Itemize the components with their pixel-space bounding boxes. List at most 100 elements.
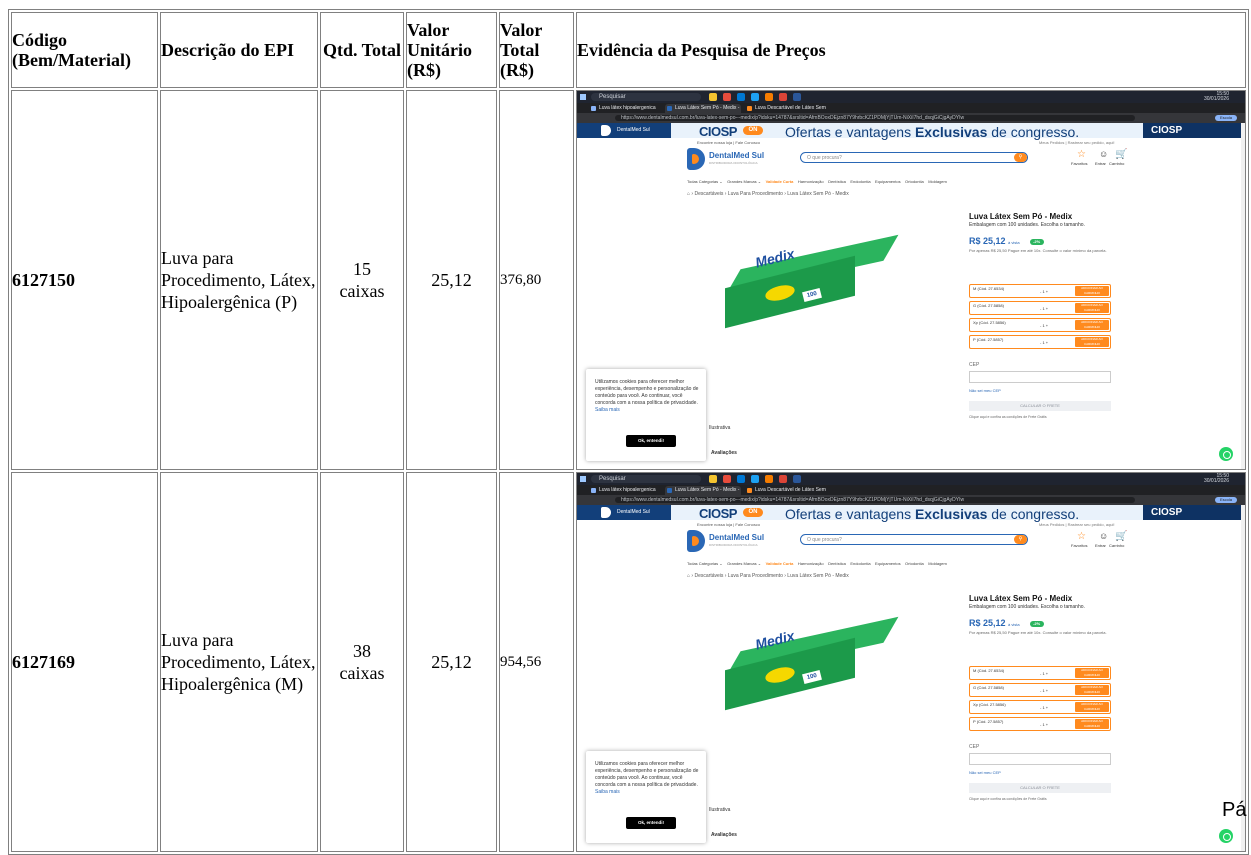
cookie-accept-button[interactable]: Ok, entendi!: [626, 435, 676, 447]
product-image[interactable]: Medix 100: [725, 234, 899, 329]
word-icon[interactable]: [793, 93, 801, 101]
app-icon[interactable]: [723, 475, 731, 483]
nav-item[interactable]: Grandes Marcas: [727, 179, 757, 184]
shipping-conditions[interactable]: Clique aqui e confira as condições de Fr…: [969, 415, 1047, 419]
cart-icon[interactable]: 🛒: [1115, 149, 1127, 160]
whatsapp-icon[interactable]: [1219, 447, 1233, 461]
site-search-input[interactable]: O que procura?: [800, 152, 1028, 163]
page-scrollbar[interactable]: [1241, 123, 1245, 469]
cep-help-link[interactable]: Não sei meu CEP: [969, 770, 1001, 775]
add-to-cart-button[interactable]: ADICIONAR AO CARRINHO: [1075, 303, 1109, 313]
cart-link[interactable]: Carrinho: [1109, 161, 1124, 166]
profile-button[interactable]: Escola: [1215, 497, 1237, 503]
nav-item[interactable]: Dentística: [828, 561, 846, 566]
nav-item[interactable]: Ortodontia: [905, 179, 924, 184]
nav-item[interactable]: Dentística: [828, 179, 846, 184]
cookie-more-link[interactable]: Saiba mais: [595, 789, 620, 795]
home-icon[interactable]: ⌂: [687, 573, 690, 579]
word-icon[interactable]: [793, 475, 801, 483]
browser-tab-active[interactable]: Luva Látex Sem Pó - Medix - D: [665, 104, 741, 120]
login-link[interactable]: Entrar: [1095, 161, 1106, 166]
nav-item[interactable]: Equipamentos: [875, 179, 901, 184]
nav-item[interactable]: Harmonização: [798, 179, 824, 184]
reviews-tab[interactable]: Avaliações: [711, 450, 737, 456]
quantity-stepper[interactable]: - 1 +: [1040, 323, 1048, 328]
nav-item[interactable]: Equipamentos: [875, 561, 901, 566]
user-icon[interactable]: ☺: [1099, 149, 1108, 159]
folder-icon[interactable]: [709, 93, 717, 101]
quantity-stepper[interactable]: - 1 +: [1040, 671, 1048, 676]
star-icon[interactable]: ☆: [1077, 531, 1086, 542]
product-image[interactable]: Medix 100: [725, 616, 899, 711]
cookie-accept-button[interactable]: Ok, entendi!: [626, 817, 676, 829]
quantity-stepper[interactable]: - 1 +: [1040, 688, 1048, 693]
store-icon[interactable]: [737, 475, 745, 483]
taskbar-search[interactable]: Pesquisar: [591, 93, 701, 101]
store-locator[interactable]: Encontre nossa loja | Fale Conosco: [697, 522, 760, 527]
browser-tab[interactable]: Luva Descartável de Látex Sem: [745, 104, 831, 113]
store-logo[interactable]: DentalMed Sul DISTRIBUIDORA ODONTOLÓGICA: [687, 148, 764, 170]
nav-item[interactable]: Moldagem: [928, 179, 947, 184]
edge-icon[interactable]: [751, 475, 759, 483]
firefox-icon[interactable]: [765, 93, 773, 101]
quantity-stepper[interactable]: - 1 +: [1040, 306, 1048, 311]
add-to-cart-button[interactable]: ADICIONAR AO CARRINHO: [1075, 702, 1109, 712]
firefox-icon[interactable]: [765, 475, 773, 483]
favorites-link[interactable]: Favoritos: [1071, 543, 1087, 548]
account-links[interactable]: Meus Pedidos | Rastrear seu pedido, aqui…: [1039, 140, 1115, 145]
home-icon[interactable]: ⌂: [687, 191, 690, 197]
chrome-icon[interactable]: [779, 475, 787, 483]
calculate-shipping-button[interactable]: CALCULAR O FRETE: [969, 783, 1111, 793]
store-logo[interactable]: DentalMed Sul DISTRIBUIDORA ODONTOLÓGICA: [687, 530, 764, 552]
nav-item[interactable]: Grandes Marcas: [727, 561, 757, 566]
add-to-cart-button[interactable]: ADICIONAR AO CARRINHO: [1075, 337, 1109, 347]
cart-icon[interactable]: 🛒: [1115, 531, 1127, 542]
whatsapp-icon[interactable]: [1219, 829, 1233, 843]
search-icon[interactable]: ⚲: [1014, 535, 1027, 544]
profile-button[interactable]: Escola: [1215, 115, 1237, 121]
add-to-cart-button[interactable]: ADICIONAR AO CARRINHO: [1075, 668, 1109, 678]
nav-item[interactable]: Moldagem: [928, 561, 947, 566]
cep-input[interactable]: [969, 753, 1111, 765]
address-bar[interactable]: https://www.dentalmedsul.com.br/luva-lat…: [615, 115, 1135, 121]
store-icon[interactable]: [737, 93, 745, 101]
quantity-stepper[interactable]: - 1 +: [1040, 705, 1048, 710]
site-search-input[interactable]: O que procura?: [800, 534, 1028, 545]
account-links[interactable]: Meus Pedidos | Rastrear seu pedido, aqui…: [1039, 522, 1115, 527]
browser-tab-active[interactable]: Luva Látex Sem Pó - Medix - D: [665, 486, 741, 502]
nav-item[interactable]: Todas Categorias: [687, 561, 718, 566]
add-to-cart-button[interactable]: ADICIONAR AO CARRINHO: [1075, 685, 1109, 695]
app-icon[interactable]: [723, 93, 731, 101]
folder-icon[interactable]: [709, 475, 717, 483]
add-to-cart-button[interactable]: ADICIONAR AO CARRINHO: [1075, 286, 1109, 296]
browser-tab[interactable]: Luva látex hipoalergenica sem ...: [589, 104, 661, 120]
user-icon[interactable]: ☺: [1099, 531, 1108, 541]
nav-item-highlight[interactable]: Validade Curta: [766, 561, 794, 566]
reviews-tab[interactable]: Avaliações: [711, 832, 737, 838]
shipping-conditions[interactable]: Clique aqui e confira as condições de Fr…: [969, 797, 1047, 801]
cep-help-link[interactable]: Não sei meu CEP: [969, 388, 1001, 393]
quantity-stepper[interactable]: - 1 +: [1040, 289, 1048, 294]
edge-icon[interactable]: [751, 93, 759, 101]
browser-tab[interactable]: Luva látex hipoalergenica sem ...: [589, 486, 661, 502]
favorites-link[interactable]: Favoritos: [1071, 161, 1087, 166]
search-icon[interactable]: ⚲: [1014, 153, 1027, 162]
promo-banner[interactable]: DentalMed Sul CIOSP ON Ofertas e vantage…: [577, 505, 1245, 522]
calculate-shipping-button[interactable]: CALCULAR O FRETE: [969, 401, 1111, 411]
star-icon[interactable]: ☆: [1077, 149, 1086, 160]
nav-item[interactable]: Ortodontia: [905, 561, 924, 566]
chrome-icon[interactable]: [779, 93, 787, 101]
address-bar[interactable]: https://www.dentalmedsul.com.br/luva-lat…: [615, 497, 1135, 503]
store-locator[interactable]: Encontre nossa loja | Fale Conosco: [697, 140, 760, 145]
cookie-more-link[interactable]: Saiba mais: [595, 407, 620, 413]
breadcrumb-text[interactable]: › Descartáveis › Luva Para Procedimento …: [691, 573, 848, 579]
breadcrumb-text[interactable]: › Descartáveis › Luva Para Procedimento …: [691, 191, 848, 197]
nav-item[interactable]: Endodontia: [850, 561, 870, 566]
promo-banner[interactable]: DentalMed Sul CIOSP ON Ofertas e vantage…: [577, 123, 1245, 140]
browser-tab[interactable]: Luva Descartável de Látex Sem: [745, 486, 831, 495]
login-link[interactable]: Entrar: [1095, 543, 1106, 548]
nav-item[interactable]: Harmonização: [798, 561, 824, 566]
quantity-stepper[interactable]: - 1 +: [1040, 722, 1048, 727]
quantity-stepper[interactable]: - 1 +: [1040, 340, 1048, 345]
taskbar-search[interactable]: Pesquisar: [591, 475, 701, 483]
